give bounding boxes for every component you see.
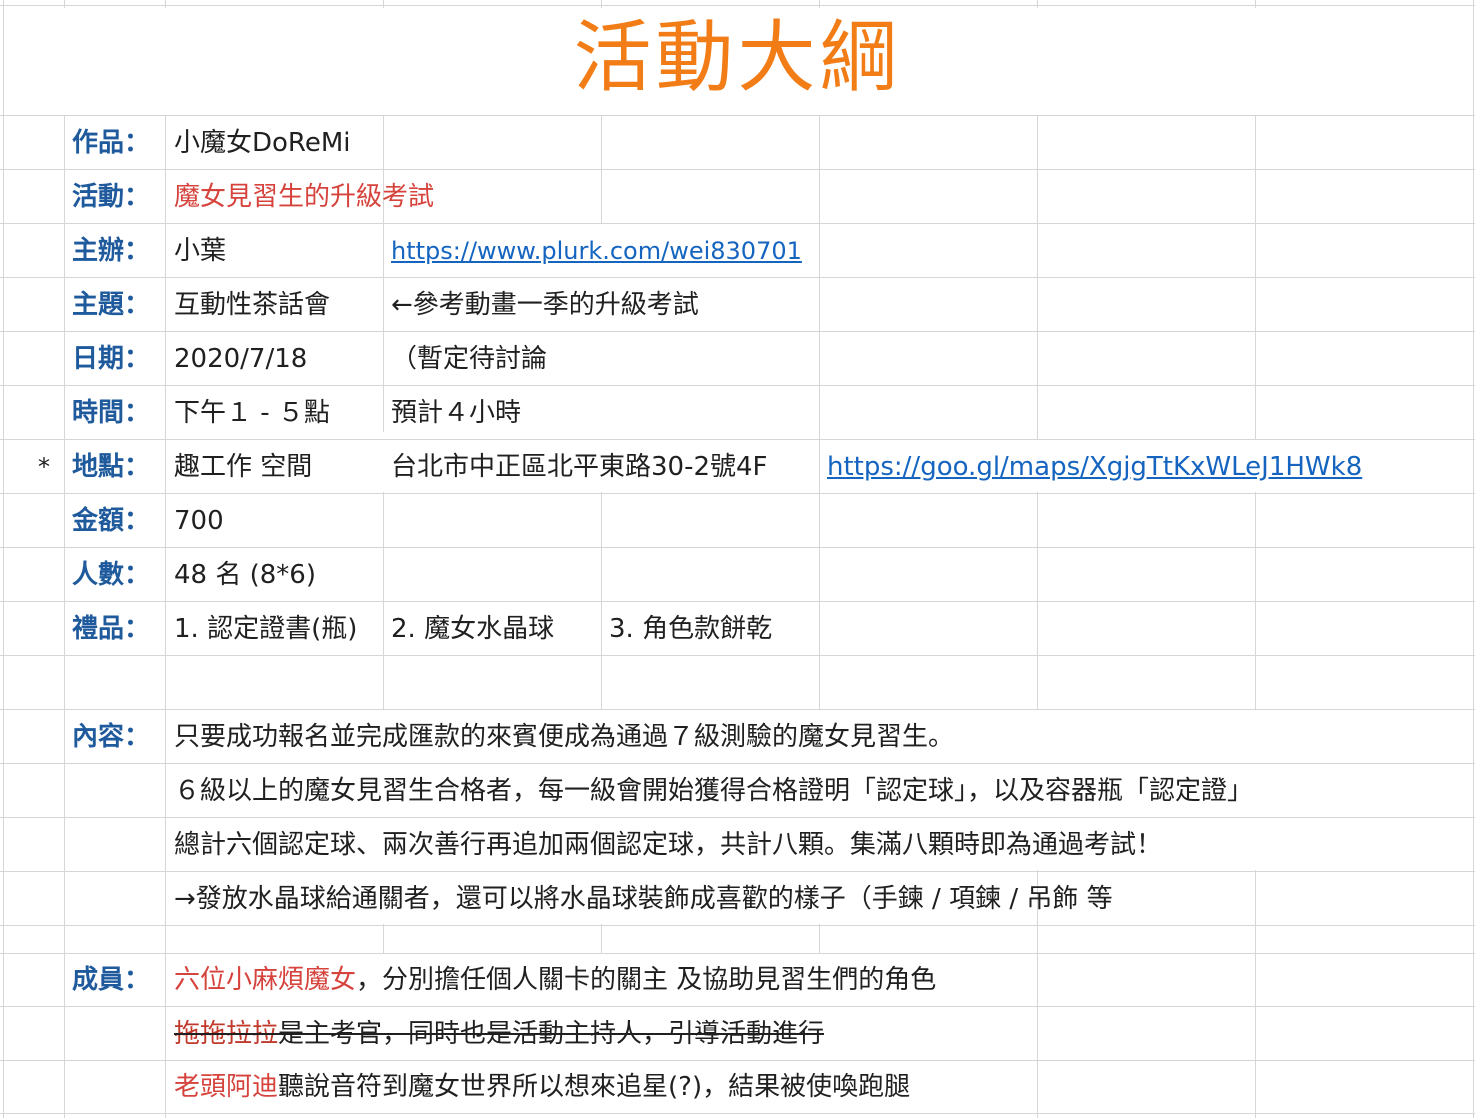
content-line-3[interactable]: 總計六個認定球、兩次善行再追加兩個認定球，共計八顆。集滿八顆時即為通過考試！	[174, 818, 1162, 872]
value-date[interactable]: 2020/7/18	[174, 332, 307, 386]
label-time: 時間：	[72, 398, 151, 428]
members-line-3-text: 聽說音符到魔女世界所以想來追星(?)，結果被使喚跑腿	[278, 1072, 911, 1102]
gift-item-1[interactable]: 1. 認定證書(瓶)	[174, 602, 357, 656]
value-host[interactable]: 小葉	[174, 224, 226, 278]
members-line-2-highlight: 拖拖拉拉	[174, 1019, 279, 1049]
label-work: 作品：	[72, 128, 151, 158]
note-time[interactable]: 預計４小時	[391, 386, 521, 440]
content-line-1[interactable]: 只要成功報名並完成匯款的來賓便成為通過７級測驗的魔女見習生。	[174, 710, 954, 764]
members-line-1-highlight: 六位小麻煩魔女	[174, 965, 357, 995]
label-host: 主辦：	[72, 236, 151, 266]
value-time[interactable]: 下午１ - ５點	[174, 386, 330, 440]
label-date: 日期：	[72, 344, 151, 374]
note-date[interactable]: （暫定待討論	[391, 332, 547, 386]
content-line-4[interactable]: →發放水晶球給通關者，還可以將水晶球裝飾成喜歡的樣子（手鍊 / 項鍊 / 吊飾 …	[174, 872, 1113, 926]
gift-item-2[interactable]: 2. 魔女水晶球	[391, 602, 554, 656]
value-place[interactable]: 趣工作 空間	[174, 440, 312, 494]
host-plurk-link[interactable]: https://www.plurk.com/wei830701	[391, 224, 802, 278]
members-line-3-highlight: 老頭阿迪	[174, 1072, 279, 1102]
label-people: 人數：	[72, 560, 151, 590]
gift-item-3[interactable]: 3. 角色款餅乾	[609, 602, 772, 656]
label-gifts: 禮品：	[72, 614, 151, 644]
label-theme: 主題：	[72, 290, 151, 320]
place-map-link[interactable]: https://goo.gl/maps/XgjgTtKxWLeJ1HWk8	[827, 440, 1362, 494]
asterisk-marker: *	[38, 453, 50, 481]
value-people[interactable]: 48 名 (8*6)	[174, 548, 316, 602]
value-fee[interactable]: 700	[174, 494, 224, 548]
label-members: 成員：	[72, 965, 151, 995]
place-address[interactable]: 台北市中正區北平東路30-2號4F	[391, 440, 768, 494]
note-theme[interactable]: ←參考動畫一季的升級考試	[391, 278, 699, 332]
members-line-1-text: ，分別擔任個人關卡的關主 及協助見習生們的角色	[356, 965, 937, 995]
value-work[interactable]: 小魔女DoReMi	[174, 116, 350, 170]
members-line-3[interactable]: 老頭阿迪聽說音符到魔女世界所以想來追星(?)，結果被使喚跑腿	[174, 1060, 910, 1114]
members-line-1[interactable]: 六位小麻煩魔女，分別擔任個人關卡的關主 及協助見習生們的角色	[174, 953, 936, 1007]
members-line-2-text: 是主考官，同時也是活動主持人，引導活動進行	[278, 1019, 825, 1049]
label-place: 地點：	[72, 452, 151, 482]
spreadsheet: 活動大綱 作品： 小魔女DoReMi 活動： 魔女見習生的升級考試 主辦： 小葉…	[0, 0, 1475, 1118]
label-content: 內容：	[72, 722, 151, 752]
value-event[interactable]: 魔女見習生的升級考試	[174, 170, 434, 224]
label-fee: 金額：	[72, 506, 151, 536]
label-event: 活動：	[72, 182, 151, 212]
value-theme[interactable]: 互動性茶話會	[174, 278, 330, 332]
members-line-2[interactable]: 拖拖拉拉是主考官，同時也是活動主持人，引導活動進行	[174, 1007, 824, 1061]
page-title: 活動大綱	[573, 13, 902, 103]
content-line-2[interactable]: ６級以上的魔女見習生合格者，每一級會開始獲得合格證明「認定球」，以及容器瓶「認定…	[174, 764, 1253, 818]
